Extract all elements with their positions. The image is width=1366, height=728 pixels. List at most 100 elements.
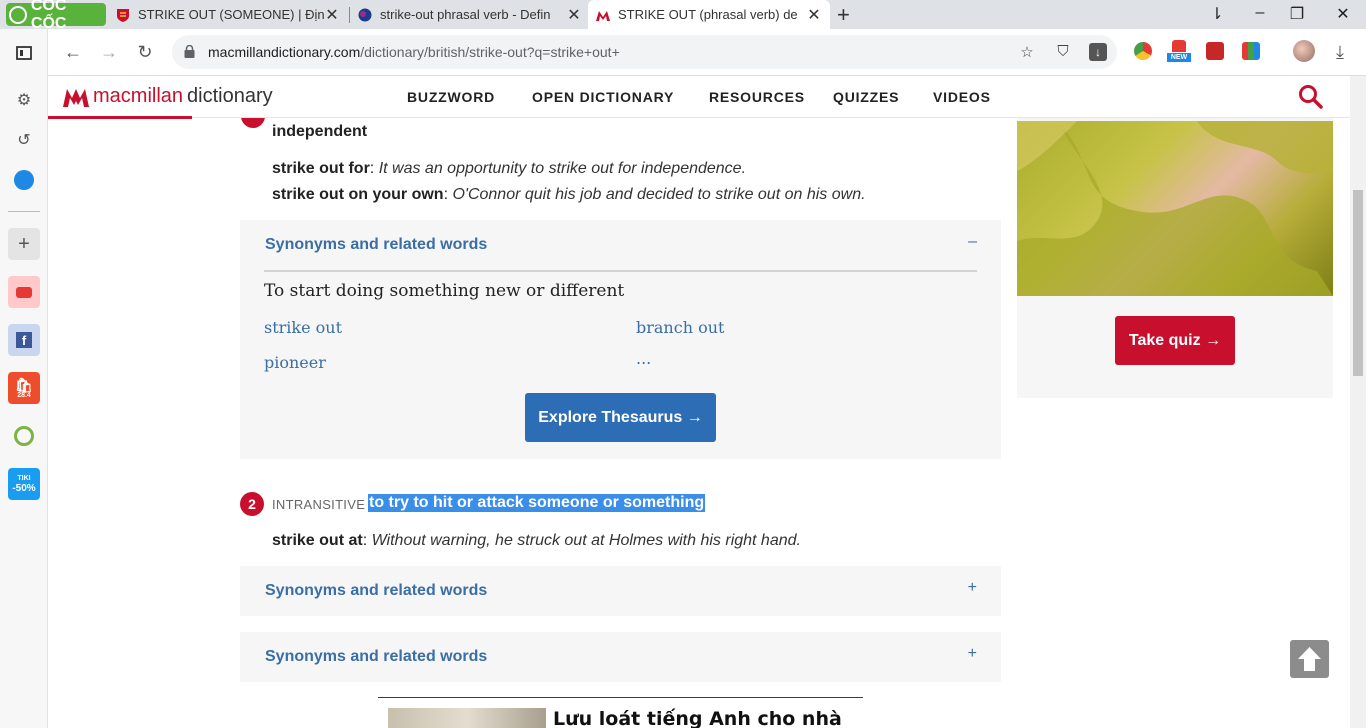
download-icon[interactable]: ⤓	[1329, 42, 1351, 63]
back-icon[interactable]: ←	[62, 42, 84, 63]
expand-icon[interactable]: +	[968, 579, 977, 597]
logo-product: dictionary	[187, 85, 273, 107]
nav-buzzword[interactable]: BUZZWORD	[407, 89, 495, 105]
quiz-image	[1017, 121, 1333, 296]
take-quiz-button[interactable]: Take quiz →	[1115, 316, 1235, 365]
youtube-icon[interactable]	[8, 276, 40, 308]
nav-open-dictionary[interactable]: OPEN DICTIONARY	[532, 89, 674, 105]
tab-title: strike-out phrasal verb - Defin	[380, 7, 551, 22]
synonym-link[interactable]: strike out	[264, 318, 342, 337]
new-tab-button[interactable]: +	[837, 2, 857, 28]
grammar-label: INTRANSITIVE	[272, 497, 366, 512]
tiki-icon[interactable]: TIKI -50%	[8, 468, 40, 500]
browser-sidebar: ⚙ ↺ + f 🛍 28.4 TIKI -50%	[0, 29, 48, 728]
logo-brand: macmillan	[93, 85, 184, 107]
explore-thesaurus-button[interactable]: Explore Thesaurus →	[525, 393, 716, 442]
add-shortcut-icon[interactable]: +	[8, 228, 40, 260]
ad-headline[interactable]: Lưu loát tiếng Anh cho nhà	[553, 708, 842, 728]
color-extension-icon[interactable]	[1242, 42, 1260, 60]
messenger-icon[interactable]	[8, 164, 40, 196]
url-text[interactable]: macmillandictionary.com/dictionary/briti…	[208, 44, 620, 60]
browser-tab-bar: CỐC CỐC STRIKE OUT (SOMEONE) | Định ✕ st…	[0, 0, 1366, 32]
restore-icon[interactable]: ❐	[1287, 4, 1307, 24]
back-to-top-button[interactable]	[1290, 640, 1329, 678]
lock-icon	[184, 45, 195, 58]
sidebar-divider	[8, 211, 40, 212]
forward-icon[interactable]: →	[98, 42, 120, 63]
synonyms-panel-collapsed[interactable]: Synonyms and related words +	[240, 566, 1001, 616]
close-icon[interactable]: ✕	[324, 5, 340, 25]
brand-label: CỐC CỐC	[30, 0, 67, 32]
download-video-icon[interactable]: ↓	[1089, 43, 1107, 61]
macmillan-icon	[596, 10, 610, 21]
close-window-icon[interactable]: ✕	[1333, 4, 1353, 24]
gear-icon[interactable]: ⚙	[8, 84, 40, 116]
url-domain: macmillandictionary.com	[208, 44, 361, 60]
macmillan-logo-icon	[63, 88, 89, 107]
shopee-icon[interactable]: 🛍 28.4	[8, 372, 40, 404]
synonym-more-link[interactable]: ...	[636, 349, 651, 368]
shopping-bag-icon: 🛍	[15, 376, 33, 393]
scrollbar-thumb[interactable]	[1353, 190, 1363, 376]
example-phrase: strike out on your own	[272, 186, 444, 203]
minimize-icon[interactable]: –	[1250, 4, 1270, 22]
coccoc-menu-button[interactable]: CỐC CỐC	[6, 0, 106, 32]
tab-macmillan[interactable]: STRIKE OUT (phrasal verb) de ✕	[588, 0, 830, 29]
chrome-extension-icon[interactable]	[1134, 42, 1152, 60]
site-logo[interactable]: macmillan dictionary	[63, 85, 273, 108]
collapse-icon[interactable]: –	[968, 233, 977, 251]
sense1-definition-tail: independent	[272, 123, 368, 140]
coccoc-logo-icon	[9, 5, 27, 24]
tab-oxford[interactable]: strike-out phrasal verb - Defin ✕	[350, 0, 590, 29]
sense-number-badge: 2	[240, 492, 264, 516]
synonyms-panel-collapsed[interactable]: Synonyms and related words +	[240, 632, 1001, 682]
shield-icon[interactable]: ⛉	[1054, 43, 1072, 61]
synonyms-heading[interactable]: Synonyms and related words	[265, 582, 487, 600]
expand-icon[interactable]: +	[968, 645, 977, 663]
example-sentence: strike out at: Without warning, he struc…	[272, 532, 801, 549]
sense2-definition[interactable]: to try to hit or attack someone or somet…	[368, 494, 706, 512]
avatar[interactable]	[1293, 40, 1315, 62]
example-text: O'Connor quit his job and decided to str…	[452, 186, 866, 203]
ad-divider	[378, 697, 863, 698]
nav-quizzes[interactable]: QUIZZES	[833, 89, 899, 105]
synonyms-heading[interactable]: Synonyms and related words	[265, 236, 487, 254]
page-content: independent strike out for: It was an op…	[48, 118, 1350, 728]
sidebar-toggle-icon[interactable]	[8, 37, 40, 69]
tab-title: STRIKE OUT (phrasal verb) de	[618, 7, 798, 22]
facebook-icon[interactable]: f	[8, 324, 40, 356]
leaf-icon[interactable]	[8, 420, 40, 452]
synonym-link[interactable]: branch out	[636, 318, 724, 337]
sense-number-badge	[241, 118, 265, 128]
bookmark-star-icon[interactable]: ☆	[1018, 43, 1036, 61]
nav-resources[interactable]: RESOURCES	[709, 89, 805, 105]
tab-cambridge[interactable]: STRIKE OUT (SOMEONE) | Định ✕	[108, 0, 348, 29]
reload-icon[interactable]: ↻	[134, 42, 156, 63]
arrow-up-icon	[1298, 647, 1321, 671]
synonym-link[interactable]: pioneer	[264, 353, 326, 372]
puzzle-image	[1017, 121, 1333, 296]
new-extension-icon[interactable]: NEW	[1167, 40, 1191, 62]
search-icon[interactable]	[1298, 84, 1324, 110]
new-badge: NEW	[1167, 53, 1191, 62]
tab-search-icon[interactable]: ⇂	[1207, 4, 1227, 24]
tab-title: STRIKE OUT (SOMEONE) | Định	[138, 7, 324, 22]
divider	[264, 270, 977, 272]
sync-extension-icon[interactable]	[1206, 42, 1224, 60]
ad-image[interactable]	[388, 708, 546, 728]
example-sentence: strike out for: It was an opportunity to…	[272, 160, 747, 177]
page-scrollbar[interactable]	[1350, 76, 1366, 728]
close-icon[interactable]: ✕	[806, 5, 822, 25]
example-phrase: strike out at	[272, 532, 363, 549]
history-icon[interactable]: ↺	[8, 124, 40, 156]
oxford-icon	[358, 8, 372, 21]
address-bar[interactable]: macmillandictionary.com/dictionary/briti…	[172, 35, 1117, 69]
synonyms-heading[interactable]: Synonyms and related words	[265, 648, 487, 666]
tiki-discount: -50%	[12, 483, 36, 494]
shopee-badge: 28.4	[17, 391, 31, 399]
example-text: Without warning, he struck out at Holmes…	[371, 532, 801, 549]
nav-videos[interactable]: VIDEOS	[933, 89, 991, 105]
cambridge-icon	[117, 8, 129, 22]
synonyms-panel-expanded: Synonyms and related words – To start do…	[240, 220, 1001, 459]
close-icon[interactable]: ✕	[566, 5, 582, 25]
